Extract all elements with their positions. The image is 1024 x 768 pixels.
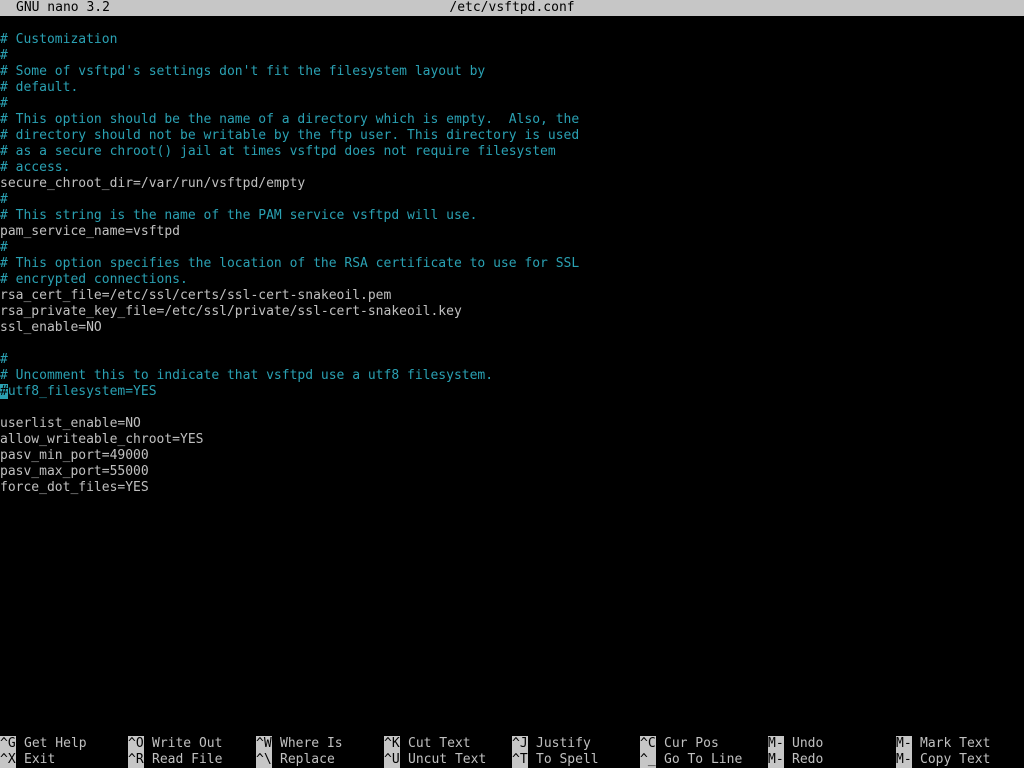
shortcut-write-out[interactable]: ^O Write Out [128,736,222,752]
shortcut-key: ^X [0,752,16,768]
shortcut-label: Mark Text [920,736,991,751]
setting-line[interactable]: rsa_cert_file=/etc/ssl/certs/ssl-cert-sn… [0,288,1024,304]
editor-line-text: utf8_filesystem=YES [7,384,157,399]
editor-area[interactable]: # Customization # # Some of vsftpd's setti… [0,32,1024,712]
shortcut-to-spell[interactable]: ^T To Spell [512,752,599,768]
shortcut-label: Justify [536,736,591,751]
shortcut-key: ^_ [640,752,656,768]
shortcut-cut-text[interactable]: ^K Cut Text [384,736,471,752]
shortcut-uncut-text[interactable]: ^U Uncut Text [384,752,486,768]
blank-line[interactable] [0,400,1024,416]
shortcut-key: ^W [256,736,272,752]
comment-line[interactable]: # [0,352,1024,368]
shortcut-key: M-E [768,752,792,768]
shortcut-key: ^G [0,736,16,752]
shortcut-key: ^J [512,736,528,752]
comment-line[interactable]: # [0,96,1024,112]
comment-line[interactable]: # Some of vsftpd's settings don't fit th… [0,64,1024,80]
shortcut-where-is[interactable]: ^W Where Is [256,736,343,752]
shortcut-label: Get Help [24,736,87,751]
comment-line[interactable]: # This option should be the name of a di… [0,112,1024,128]
shortcut-label: Cut Text [408,736,471,751]
shortcut-label: Read File [152,752,223,767]
shortcut-label: Undo [792,736,824,751]
shortcut-label: Write Out [152,736,223,751]
comment-line[interactable]: # as a secure chroot() jail at times vsf… [0,144,1024,160]
file-name: /etc/vsftpd.conf [449,0,575,15]
shortcut-undo[interactable]: M-UUndo [768,736,823,752]
setting-line[interactable]: rsa_private_key_file=/etc/ssl/private/ss… [0,304,1024,320]
blank-line[interactable] [0,336,1024,352]
shortcut-key: ^K [384,736,400,752]
shortcut-label: Exit [24,752,56,767]
setting-line[interactable]: pam_service_name=vsftpd [0,224,1024,240]
shortcut-label: Where Is [280,736,343,751]
shortcut-go-to-line[interactable]: ^_ Go To Line [640,752,742,768]
shortcut-label: Redo [792,752,824,767]
editor-line-current[interactable]: #utf8_filesystem=YES [0,384,1024,400]
comment-line[interactable]: # This option specifies the location of … [0,256,1024,272]
shortcut-exit[interactable]: ^X Exit [0,752,55,768]
comment-line[interactable]: # access. [0,160,1024,176]
shortcut-key: ^R [128,752,144,768]
setting-line[interactable]: force_dot_files=YES [0,480,1024,496]
comment-line[interactable]: # encrypted connections. [0,272,1024,288]
setting-line[interactable]: ssl_enable=NO [0,320,1024,336]
shortcut-key: ^T [512,752,528,768]
setting-line[interactable]: userlist_enable=NO [0,416,1024,432]
shortcut-mark-text[interactable]: M-AMark Text [896,736,990,752]
shortcut-label: Replace [280,752,335,767]
shortcut-replace[interactable]: ^\ Replace [256,752,335,768]
title-bar: GNU nano 3.2 /etc/vsftpd.conf [0,0,1024,16]
setting-line[interactable]: secure_chroot_dir=/var/run/vsftpd/empty [0,176,1024,192]
text-cursor: # [0,384,8,399]
shortcut-label: Uncut Text [408,752,487,767]
comment-line[interactable]: # directory should not be writable by th… [0,128,1024,144]
comment-line[interactable]: # Customization [0,32,1024,48]
shortcut-label: Cur Pos [664,736,719,751]
shortcut-key: ^O [128,736,144,752]
shortcut-key: ^U [384,752,400,768]
shortcut-key: ^C [640,736,656,752]
shortcut-get-help[interactable]: ^G Get Help [0,736,87,752]
shortcut-label: Copy Text [920,752,991,767]
shortcut-cur-pos[interactable]: ^C Cur Pos [640,736,719,752]
comment-line[interactable]: # This string is the name of the PAM ser… [0,208,1024,224]
shortcut-copy-text[interactable]: M-6Copy Text [896,752,990,768]
setting-line[interactable]: allow_writeable_chroot=YES [0,432,1024,448]
shortcut-bar: ^G Get Help ^X Exit ^O Write Out ^R Read File ^W… [0,736,1024,768]
shortcut-key: M-A [896,736,920,752]
shortcut-key: M-6 [896,752,920,768]
shortcut-redo[interactable]: M-ERedo [768,752,823,768]
setting-line[interactable]: pasv_min_port=49000 [0,448,1024,464]
shortcut-label: To Spell [536,752,599,767]
shortcut-key: ^\ [256,752,272,768]
comment-line[interactable]: # [0,48,1024,64]
comment-line[interactable]: # default. [0,80,1024,96]
shortcut-justify[interactable]: ^J Justify [512,736,591,752]
comment-line[interactable]: # [0,192,1024,208]
shortcut-label: Go To Line [664,752,743,767]
shortcut-read-file[interactable]: ^R Read File [128,752,222,768]
comment-line[interactable]: # Uncomment this to indicate that vsftpd… [0,368,1024,384]
setting-line[interactable]: pasv_max_port=55000 [0,464,1024,480]
shortcut-key: M-U [768,736,792,752]
comment-line[interactable]: # [0,240,1024,256]
